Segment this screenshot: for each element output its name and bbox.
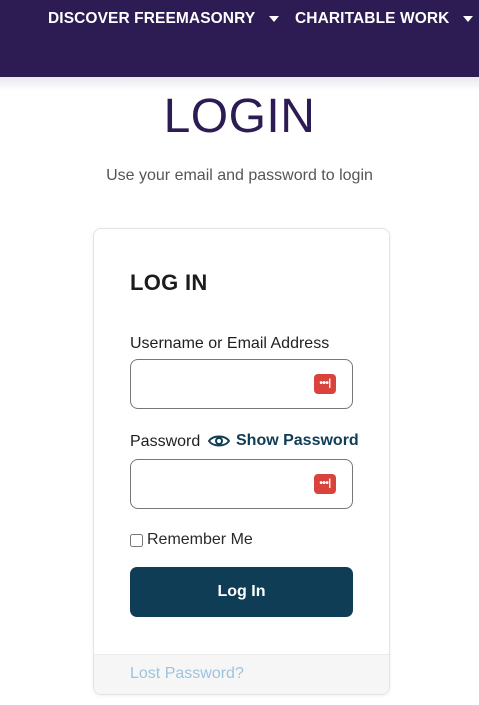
login-card: LOG IN Username or Email Address •••| Pa… xyxy=(93,228,390,695)
password-field-wrapper: •••| xyxy=(130,459,353,509)
login-card-footer: Lost Password? xyxy=(94,654,389,694)
show-password-label: Show Password xyxy=(236,432,359,449)
login-heading: LOG IN xyxy=(130,270,208,295)
caret-down-icon xyxy=(463,16,474,22)
password-manager-icon[interactable]: •••| xyxy=(314,374,336,394)
nav-item-discover-freemasonry[interactable]: DISCOVER FREEMASONRY xyxy=(48,9,280,29)
remember-me[interactable]: Remember Me xyxy=(130,531,253,549)
page-title: LOGIN xyxy=(163,90,316,143)
login-button[interactable]: Log In xyxy=(130,567,353,617)
username-field-wrapper: •••| xyxy=(130,359,353,409)
caret-down-icon xyxy=(269,16,280,22)
password-manager-icon[interactable]: •••| xyxy=(314,474,336,494)
remember-me-checkbox[interactable] xyxy=(130,533,143,547)
password-input[interactable] xyxy=(131,460,311,508)
top-navigation: DISCOVER FREEMASONRY CHARITABLE WORK xyxy=(0,0,479,77)
nav-item-label: CHARITABLE WORK xyxy=(295,10,450,27)
lost-password-link[interactable]: Lost Password? xyxy=(130,665,244,683)
page-subtitle: Use your email and password to login xyxy=(106,167,373,184)
nav-item-label: DISCOVER FREEMASONRY xyxy=(48,10,256,27)
remember-me-label: Remember Me xyxy=(147,531,253,548)
show-password-toggle[interactable]: Show Password xyxy=(208,432,359,450)
username-label: Username or Email Address xyxy=(130,335,330,352)
eye-icon xyxy=(208,435,230,447)
nav-item-charitable-work[interactable]: CHARITABLE WORK xyxy=(295,9,474,29)
password-label: Password xyxy=(130,433,201,450)
username-input[interactable] xyxy=(131,360,311,408)
